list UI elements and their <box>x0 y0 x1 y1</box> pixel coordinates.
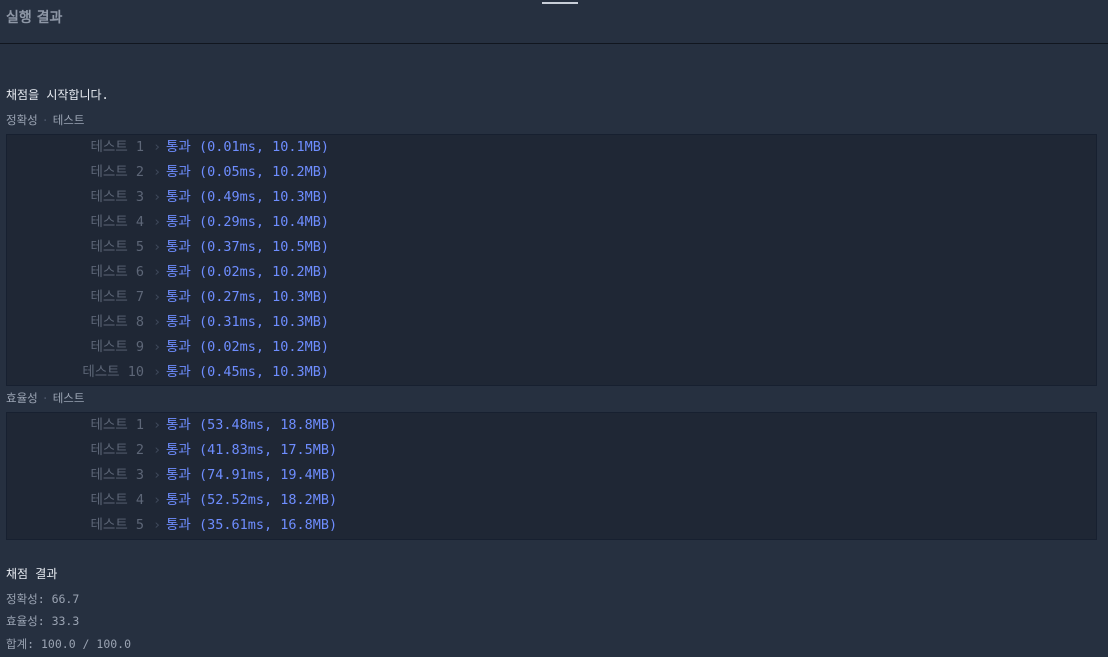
test-name: 테스트 5 <box>90 239 144 255</box>
test-row: 테스트 2 › 통과 (41.83ms, 17.5MB) <box>7 438 1096 463</box>
chevron-right-icon: › <box>153 492 162 508</box>
test-name: 테스트 3 <box>90 189 144 205</box>
test-result: 통과 (0.01ms, 10.1MB) <box>166 139 330 155</box>
test-row: 테스트 10 › 통과 (0.45ms, 10.3MB) <box>7 360 1096 385</box>
test-row: 테스트 3 › 통과 (0.49ms, 10.3MB) <box>7 185 1096 210</box>
test-name: 테스트 2 <box>90 442 144 458</box>
test-result: 통과 (0.05ms, 10.2MB) <box>166 164 330 180</box>
test-row: 테스트 1 › 통과 (0.01ms, 10.1MB) <box>7 135 1096 160</box>
test-row: 테스트 3 › 통과 (74.91ms, 19.4MB) <box>7 463 1096 488</box>
efficiency-label: 효율성 <box>6 391 38 405</box>
result-panel: 실행 결과 채점을 시작합니다. 정확성 · 테스트 테스트 1 › 통과 (0.01m… <box>0 0 1108 657</box>
chevron-right-icon: › <box>153 214 162 230</box>
test-result: 통과 (53.48ms, 18.8MB) <box>166 417 338 433</box>
chevron-right-icon: › <box>153 264 162 280</box>
accuracy-label: 정확성 <box>6 113 38 127</box>
chevron-right-icon: › <box>153 314 162 330</box>
test-row: 테스트 4 › 통과 (52.52ms, 18.2MB) <box>7 488 1096 513</box>
chevron-right-icon: › <box>153 189 162 205</box>
test-name: 테스트 3 <box>90 467 144 483</box>
test-row: 테스트 5 › 통과 (35.61ms, 16.8MB) <box>7 513 1096 538</box>
test-result: 통과 (0.37ms, 10.5MB) <box>166 239 330 255</box>
test-row: 테스트 6 › 통과 (0.02ms, 10.2MB) <box>7 260 1096 285</box>
test-result: 통과 (0.27ms, 10.3MB) <box>166 289 330 305</box>
chevron-right-icon: › <box>153 467 162 483</box>
test-result: 통과 (0.29ms, 10.4MB) <box>166 214 330 230</box>
summary-efficiency: 효율성: 33.3 <box>6 614 80 628</box>
test-row: 테스트 9 › 통과 (0.02ms, 10.2MB) <box>7 335 1096 360</box>
chevron-right-icon: › <box>153 139 162 155</box>
test-result: 통과 (0.31ms, 10.3MB) <box>166 314 330 330</box>
test-name: 테스트 6 <box>90 264 144 280</box>
efficiency-tests-box: 테스트 1 › 통과 (53.48ms, 18.8MB) 테스트 2 › 통과 (41.8… <box>6 412 1097 540</box>
test-row: 테스트 4 › 통과 (0.29ms, 10.4MB) <box>7 210 1096 235</box>
test-result: 통과 (35.61ms, 16.8MB) <box>166 517 338 533</box>
chevron-right-icon: › <box>153 442 162 458</box>
test-name: 테스트 4 <box>90 214 144 230</box>
test-result: 통과 (0.49ms, 10.3MB) <box>166 189 330 205</box>
test-result: 통과 (74.91ms, 19.4MB) <box>166 467 338 483</box>
test-row: 테스트 1 › 통과 (53.48ms, 18.8MB) <box>7 413 1096 438</box>
panel-header: 실행 결과 <box>0 0 1108 44</box>
accuracy-section-label: 정확성 · 테스트 <box>6 112 84 128</box>
test-name: 테스트 4 <box>90 492 144 508</box>
panel-title: 실행 결과 <box>6 10 63 26</box>
accuracy-tests-box: 테스트 1 › 통과 (0.01ms, 10.1MB) 테스트 2 › 통과 (0.05m… <box>6 134 1097 386</box>
accuracy-sub-label: 테스트 <box>52 113 85 127</box>
test-result: 통과 (0.45ms, 10.3MB) <box>166 364 330 380</box>
chevron-right-icon: › <box>153 364 162 380</box>
chevron-right-icon: › <box>153 517 162 533</box>
chevron-right-icon: › <box>153 339 162 355</box>
summary-total: 합계: 100.0 / 100.0 <box>6 637 132 651</box>
chevron-right-icon: › <box>153 289 162 305</box>
test-name: 테스트 5 <box>90 517 144 533</box>
test-name: 테스트 1 <box>90 139 144 155</box>
test-row: 테스트 5 › 통과 (0.37ms, 10.5MB) <box>7 235 1096 260</box>
test-row: 테스트 7 › 통과 (0.27ms, 10.3MB) <box>7 285 1096 310</box>
summary-title: 채점 결과 <box>6 567 58 581</box>
chevron-right-icon: › <box>153 239 162 255</box>
chevron-right-icon: › <box>153 417 162 433</box>
test-name: 테스트 7 <box>90 289 144 305</box>
section-separator: · <box>41 113 49 127</box>
efficiency-section-label: 효율성 · 테스트 <box>6 390 84 406</box>
test-name: 테스트 8 <box>90 314 144 330</box>
chevron-right-icon: › <box>153 164 162 180</box>
test-result: 통과 (52.52ms, 18.2MB) <box>166 492 338 508</box>
test-name: 테스트 2 <box>90 164 144 180</box>
test-result: 통과 (41.83ms, 17.5MB) <box>166 442 338 458</box>
test-name: 테스트 1 <box>90 417 144 433</box>
test-name: 테스트 10 <box>82 364 144 380</box>
test-row: 테스트 8 › 통과 (0.31ms, 10.3MB) <box>7 310 1096 335</box>
section-separator: · <box>41 391 49 405</box>
test-row: 테스트 2 › 통과 (0.05ms, 10.2MB) <box>7 160 1096 185</box>
test-name: 테스트 9 <box>90 339 144 355</box>
test-result: 통과 (0.02ms, 10.2MB) <box>166 339 330 355</box>
start-message: 채점을 시작합니다. <box>6 88 109 102</box>
resize-handle[interactable] <box>542 2 578 4</box>
test-result: 통과 (0.02ms, 10.2MB) <box>166 264 330 280</box>
summary-accuracy: 정확성: 66.7 <box>6 592 80 606</box>
efficiency-sub-label: 테스트 <box>52 391 85 405</box>
